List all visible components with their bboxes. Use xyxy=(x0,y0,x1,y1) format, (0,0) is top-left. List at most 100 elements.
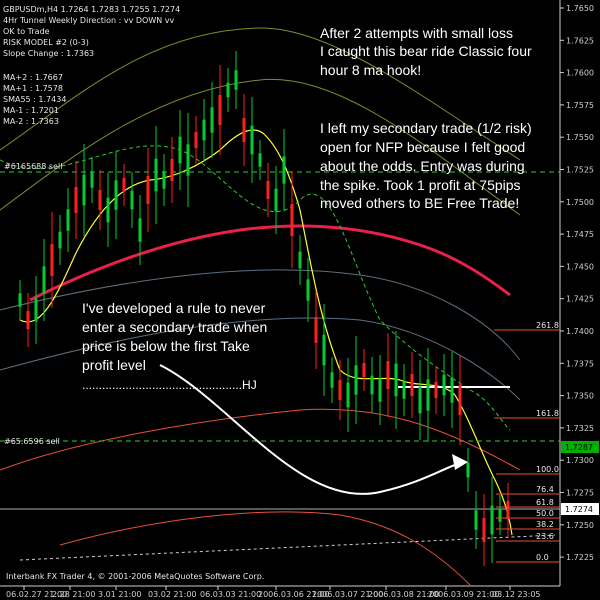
trade-status: OK to Trade xyxy=(3,27,50,36)
price-tick-label: 1.7600 xyxy=(566,69,594,78)
price-tick-label: 1.7325 xyxy=(566,424,594,433)
fib-level-label: 100.0 xyxy=(536,465,559,474)
note2-line4: the spike. Took 1 profit at 75pips xyxy=(320,177,521,193)
risk-model: RISK MODEL #2 (0-3) xyxy=(3,38,89,47)
candle-body xyxy=(122,178,126,192)
candle-body xyxy=(18,293,22,307)
annotation-3: I've developed a rule to never enter a s… xyxy=(82,300,267,392)
fib-level-label: 76.4 xyxy=(536,485,554,494)
ma-plus-2: MA+2 : 1.7667 xyxy=(3,73,63,82)
candle-body xyxy=(34,298,38,322)
note2-line2: open for NFP because I felt good xyxy=(320,139,525,155)
price-tick-label: 1.7250 xyxy=(566,521,594,530)
candle-body xyxy=(458,385,462,415)
fib-level-label: 0.0 xyxy=(536,553,549,562)
time-tick-label: 2006.03.09 21:00 xyxy=(428,590,499,599)
candle-body xyxy=(186,144,190,176)
price-tick-label: 1.7275 xyxy=(566,489,594,498)
candle-body xyxy=(410,374,414,396)
candle-body xyxy=(50,244,54,276)
candle-body xyxy=(170,159,174,181)
current-price-white: 1.7274 xyxy=(565,505,593,514)
candle-body xyxy=(330,372,334,388)
fib-level-label: 23.6 xyxy=(536,532,554,541)
candle-body xyxy=(306,279,310,301)
candle-body xyxy=(362,363,366,377)
candle-body xyxy=(290,204,294,236)
candle-body xyxy=(434,382,438,398)
fib-level-label: 161.8 xyxy=(536,409,559,418)
candle-body xyxy=(250,125,254,155)
candle-body xyxy=(282,156,286,184)
candle-body xyxy=(402,381,406,399)
time-tick-label: 03.12 23:05 xyxy=(492,590,541,599)
footer-copyright: Interbank FX Trader 4, © 2001-2006 MetaQ… xyxy=(6,572,264,581)
note3-line4: profit level xyxy=(82,357,146,373)
candle-body xyxy=(498,508,502,522)
fib-level-label: 38.2 xyxy=(536,520,554,529)
candle-body xyxy=(474,510,478,530)
ma-minus-1: MA-1 : 1.7201 xyxy=(3,106,59,115)
candle-body xyxy=(242,118,246,142)
order-label-2[interactable]: #65.6596 sell xyxy=(4,437,60,446)
price-tick-label: 1.7650 xyxy=(566,4,594,13)
ma-minus-2: MA-2 : 1.7363 xyxy=(3,117,59,126)
candle-body xyxy=(74,187,78,213)
candle-body xyxy=(482,518,486,542)
time-tick-label: 2.28 21:00 xyxy=(52,590,95,599)
candle-body xyxy=(418,386,422,414)
candle-body xyxy=(114,180,118,210)
candle-body xyxy=(322,334,326,366)
price-tick-label: 1.7400 xyxy=(566,327,594,336)
price-tick-label: 1.7525 xyxy=(566,166,594,175)
candle-body xyxy=(466,462,470,478)
candle-body xyxy=(234,70,238,90)
symbol-header: GBPUSDm,H4 1.7264 1.7283 1.7255 1.7274 xyxy=(3,5,180,14)
candle-body xyxy=(258,153,262,167)
candle-body xyxy=(370,375,374,395)
price-tick-label: 1.7425 xyxy=(566,295,594,304)
candle-body xyxy=(506,501,510,519)
time-tick-label: 03.02 21:00 xyxy=(148,590,197,599)
candle-body xyxy=(386,361,390,389)
candle-body xyxy=(226,82,230,98)
note1-line1: After 2 attempts with small loss xyxy=(320,25,513,41)
candle-body xyxy=(58,231,62,249)
candle-body xyxy=(490,505,494,535)
candle-body xyxy=(194,132,198,148)
candle-body xyxy=(98,190,102,210)
candle-body xyxy=(146,176,150,204)
candle-body xyxy=(42,266,46,294)
chart-canvas[interactable]: 261.8 161.8 100.0 76.4 61.8 50.0 38.2 23.6 0.0 G… xyxy=(0,0,600,600)
candle-body xyxy=(90,172,94,188)
candle-body xyxy=(378,378,382,402)
candle-body xyxy=(106,197,110,223)
note3-line3: price is below the first Take xyxy=(82,338,250,354)
candle-body xyxy=(154,158,158,192)
candle-body xyxy=(82,174,86,206)
slope-change: Slope Change : 1.7363 xyxy=(3,49,94,58)
price-tick-label: 1.7300 xyxy=(566,456,594,465)
price-tick-label: 1.7500 xyxy=(566,198,594,207)
signature: ........................................… xyxy=(82,378,257,392)
candle-body xyxy=(130,190,134,210)
candle-body xyxy=(218,95,222,125)
note3-line2: enter a secondary trade when xyxy=(82,319,267,335)
candle-body xyxy=(162,171,166,189)
price-tick-label: 1.7450 xyxy=(566,262,594,271)
candle-body xyxy=(266,181,270,199)
time-tick-label: 06.03.03 21:00 xyxy=(200,590,261,599)
candle-body xyxy=(66,209,70,231)
candle-body xyxy=(426,379,430,411)
fib-level-label: 50.0 xyxy=(536,509,554,518)
price-tick-label: 1.7350 xyxy=(566,392,594,401)
price-tick-label: 1.7475 xyxy=(566,230,594,239)
price-tick-label: 1.7625 xyxy=(566,36,594,45)
candle-body xyxy=(210,107,214,133)
order-label-1[interactable]: #6165688 sell xyxy=(4,162,62,171)
note2-line1: I left my secondary trade (1/2 risk) xyxy=(320,120,532,136)
candle-body xyxy=(202,119,206,141)
candle-body xyxy=(394,363,398,397)
current-price-green: 1.7287 xyxy=(565,443,593,452)
candle-body xyxy=(26,311,30,329)
